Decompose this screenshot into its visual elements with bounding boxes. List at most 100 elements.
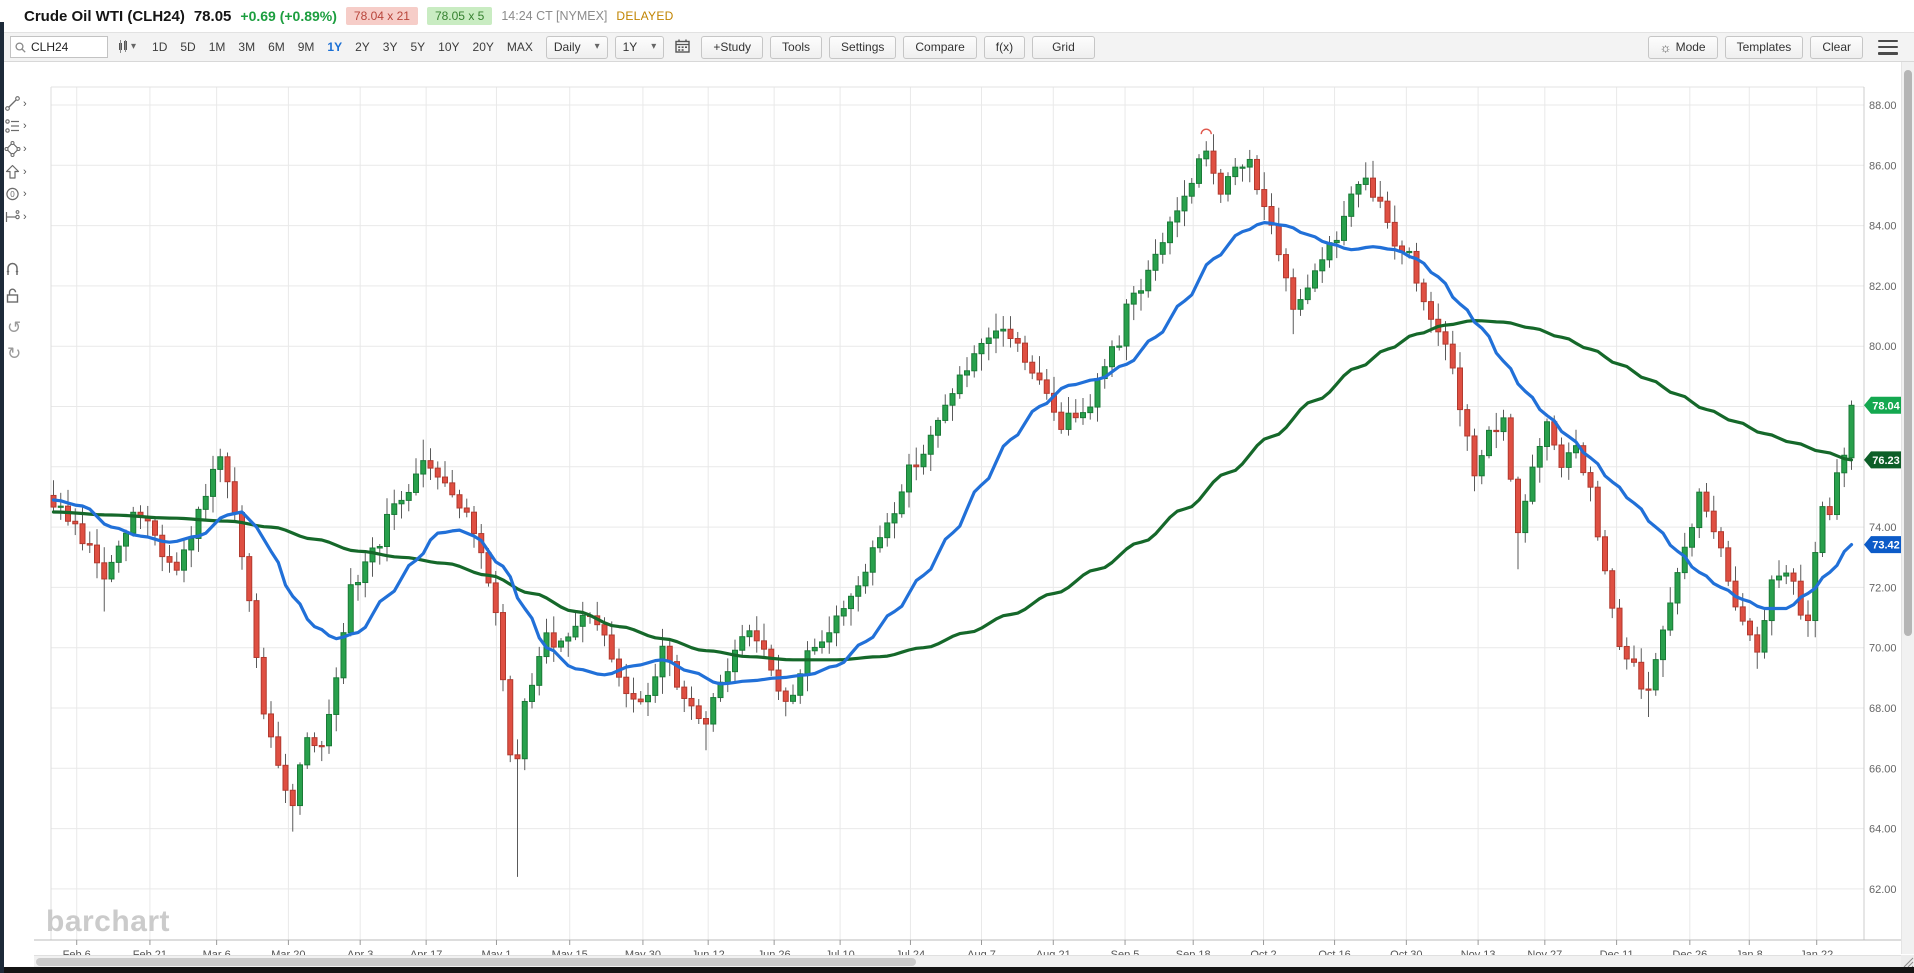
candle (1421, 283, 1426, 302)
trendline-tool[interactable]: › (4, 94, 32, 114)
price-change: +0.69 (+0.89%) (240, 8, 337, 24)
candle (95, 545, 100, 563)
calendar-button[interactable] (671, 39, 694, 56)
candle (1820, 507, 1825, 553)
shapes-tool[interactable]: › (4, 139, 32, 159)
toolbar-buttons: +Study Tools Settings Compare f(x) Grid (701, 36, 1094, 59)
candle (972, 354, 977, 371)
arrow-icon (4, 164, 21, 180)
lock-tool[interactable] (4, 285, 32, 305)
symbol-title: Crude Oil WTI (CLH24) (24, 8, 185, 25)
vertical-scrollbar-thumb[interactable] (1904, 70, 1912, 636)
candle (1081, 413, 1086, 418)
range-button-5d[interactable]: 5D (180, 40, 195, 54)
magnet-tool[interactable] (4, 258, 32, 278)
shapes-icon (4, 141, 21, 157)
trendline-icon (4, 96, 21, 112)
range-button-1y[interactable]: 1Y (327, 40, 342, 54)
candle (1516, 479, 1521, 532)
candle (1530, 467, 1535, 501)
drawing-tools-rail: › › › › 0 › (0, 62, 34, 973)
templates-button[interactable]: Templates (1725, 36, 1804, 59)
candle (747, 631, 752, 637)
price-chart[interactable]: barchart88.0086.0084.0082.0080.0074.0072… (0, 0, 1914, 973)
period-select[interactable]: 1Y ▾ (615, 36, 665, 59)
symbol-input[interactable] (29, 39, 97, 55)
redo-button[interactable]: ↻ (4, 343, 32, 363)
candle (1168, 222, 1173, 243)
candle (1356, 184, 1361, 194)
candle (1646, 689, 1651, 690)
range-button-5y[interactable]: 5Y (410, 40, 425, 54)
candle (638, 699, 643, 702)
range-button-max[interactable]: MAX (507, 40, 533, 54)
candle (421, 461, 426, 474)
candle (1204, 151, 1209, 159)
candle (1479, 456, 1484, 476)
vertical-scrollbar[interactable] (1901, 62, 1914, 954)
candle (1603, 537, 1608, 571)
candle (1610, 571, 1615, 608)
undo-icon: ↺ (7, 319, 21, 336)
candle (711, 698, 716, 724)
resize-grip[interactable] (1901, 955, 1914, 967)
candle (878, 538, 883, 548)
arrow-tool[interactable]: › (4, 162, 32, 182)
compare-button[interactable]: Compare (903, 36, 976, 59)
clear-button[interactable]: Clear (1810, 36, 1863, 59)
chevron-down-icon: ▾ (651, 42, 656, 52)
oval-tool[interactable]: 0 › (4, 184, 32, 204)
study-button[interactable]: +Study (701, 36, 763, 59)
candle (399, 500, 404, 503)
candle (1806, 615, 1811, 620)
redo-icon: ↻ (7, 345, 21, 362)
grid-button[interactable]: Grid (1032, 36, 1095, 59)
candle (1559, 445, 1564, 467)
range-button-1d[interactable]: 1D (152, 40, 167, 54)
range-button-20y[interactable]: 20Y (473, 40, 494, 54)
candle (247, 557, 252, 601)
measure-tool[interactable]: › (4, 207, 32, 227)
candle (609, 635, 614, 659)
chart-type-selector[interactable]: ▾ (115, 40, 139, 54)
svg-text:72.00: 72.00 (1869, 582, 1897, 594)
candle (1545, 422, 1550, 447)
horizontal-scrollbar-thumb[interactable] (36, 958, 916, 966)
settings-button[interactable]: Settings (829, 36, 896, 59)
candle (1175, 211, 1180, 222)
range-button-6m[interactable]: 6M (268, 40, 285, 54)
mode-button[interactable]: ☼ Mode (1648, 36, 1718, 59)
candle (1639, 662, 1644, 689)
candle (1661, 630, 1666, 660)
candle (312, 738, 317, 746)
tools-button[interactable]: Tools (770, 36, 822, 59)
candle (559, 641, 564, 647)
candle (1030, 362, 1035, 373)
candle (1588, 473, 1593, 488)
candle (486, 553, 491, 583)
range-button-10y[interactable]: 10Y (438, 40, 459, 54)
candle (921, 454, 926, 466)
candle (1523, 501, 1528, 532)
fibonacci-tool[interactable]: › (4, 116, 32, 136)
symbol-search[interactable] (10, 36, 108, 58)
f-x-button[interactable]: f(x) (984, 36, 1025, 59)
candle (820, 642, 825, 647)
candle (1668, 603, 1673, 630)
candle (232, 482, 237, 513)
flyout-chevron-icon: › (23, 212, 27, 223)
menu-icon[interactable] (1878, 40, 1898, 55)
candle (1443, 332, 1448, 344)
candle (276, 737, 281, 765)
range-button-3y[interactable]: 3Y (383, 40, 398, 54)
candle (298, 765, 303, 806)
candle (1313, 271, 1318, 288)
candle (812, 647, 817, 650)
undo-button[interactable]: ↺ (4, 317, 32, 337)
range-button-2y[interactable]: 2Y (355, 40, 370, 54)
range-button-9m[interactable]: 9M (298, 40, 315, 54)
range-button-3m[interactable]: 3M (238, 40, 255, 54)
frequency-select[interactable]: Daily ▾ (546, 36, 608, 59)
range-button-1m[interactable]: 1M (209, 40, 226, 54)
candle (203, 496, 208, 509)
